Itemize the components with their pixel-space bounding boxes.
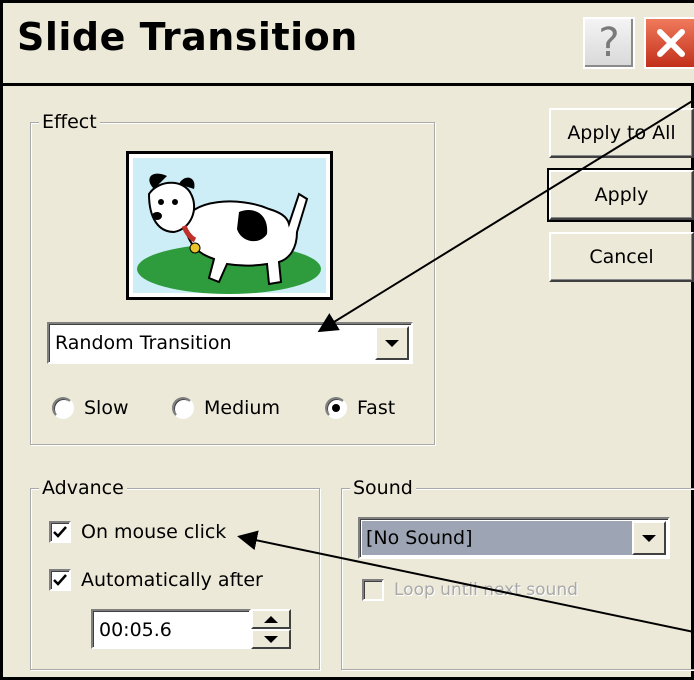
spin-up-button[interactable]: [251, 609, 291, 629]
help-button[interactable]: ?: [583, 17, 635, 69]
speed-radio-slow[interactable]: Slow: [52, 397, 129, 419]
spin-up-icon: [264, 615, 278, 623]
speed-radio-fast[interactable]: Fast: [325, 397, 395, 419]
radio-circle: [52, 397, 74, 419]
loop-sound-label: Loop until next sound: [394, 580, 578, 600]
speed-label: Fast: [357, 397, 396, 419]
speed-label: Medium: [204, 397, 280, 419]
apply-to-all-button[interactable]: Apply to All: [549, 108, 694, 158]
window-title: Slide Transition: [17, 15, 358, 59]
dog-preview-icon: [133, 158, 326, 294]
speed-radio-medium[interactable]: Medium: [172, 397, 280, 419]
cancel-button[interactable]: Cancel: [549, 232, 694, 282]
spin-down-button[interactable]: [251, 629, 291, 649]
apply-button[interactable]: Apply: [547, 168, 694, 222]
radio-circle: [172, 397, 194, 419]
transition-dropdown-button[interactable]: [375, 326, 409, 360]
checkmark-icon: [53, 526, 67, 538]
transition-select-value: Random Transition: [55, 332, 232, 354]
dropdown-arrow-icon: [385, 339, 399, 347]
close-icon: [656, 29, 685, 57]
close-button[interactable]: [644, 17, 694, 69]
loop-sound-checkbox: Loop until next sound: [362, 579, 578, 601]
sound-dropdown-button[interactable]: [632, 521, 666, 555]
radio-circle-selected: [325, 397, 347, 419]
speed-label: Slow: [84, 397, 129, 419]
checkmark-icon: [53, 574, 67, 586]
transition-preview-image: [126, 151, 333, 300]
automatically-after-label: Automatically after: [81, 569, 263, 591]
checkbox-box: [49, 569, 71, 591]
transition-select[interactable]: Random Transition: [47, 322, 413, 364]
spin-down-icon: [264, 635, 278, 643]
advance-time-value: 00:05.6: [99, 619, 172, 641]
automatically-after-checkbox[interactable]: Automatically after: [49, 569, 263, 591]
checkbox-box: [362, 579, 384, 601]
sound-select[interactable]: [No Sound]: [358, 517, 670, 559]
title-bar: Slide Transition ?: [3, 3, 694, 86]
sound-select-value: [No Sound]: [366, 527, 473, 549]
advance-group-label: Advance: [39, 477, 127, 499]
advance-time-spinner: 00:05.6: [91, 609, 299, 649]
advance-time-input[interactable]: 00:05.6: [91, 609, 251, 649]
help-icon: ?: [598, 20, 620, 66]
checkbox-box: [49, 521, 71, 543]
on-mouse-click-label: On mouse click: [81, 521, 227, 543]
dropdown-arrow-icon: [642, 534, 656, 542]
on-mouse-click-checkbox[interactable]: On mouse click: [49, 521, 226, 543]
effect-group-label: Effect: [39, 111, 100, 133]
sound-group-label: Sound: [350, 477, 416, 499]
